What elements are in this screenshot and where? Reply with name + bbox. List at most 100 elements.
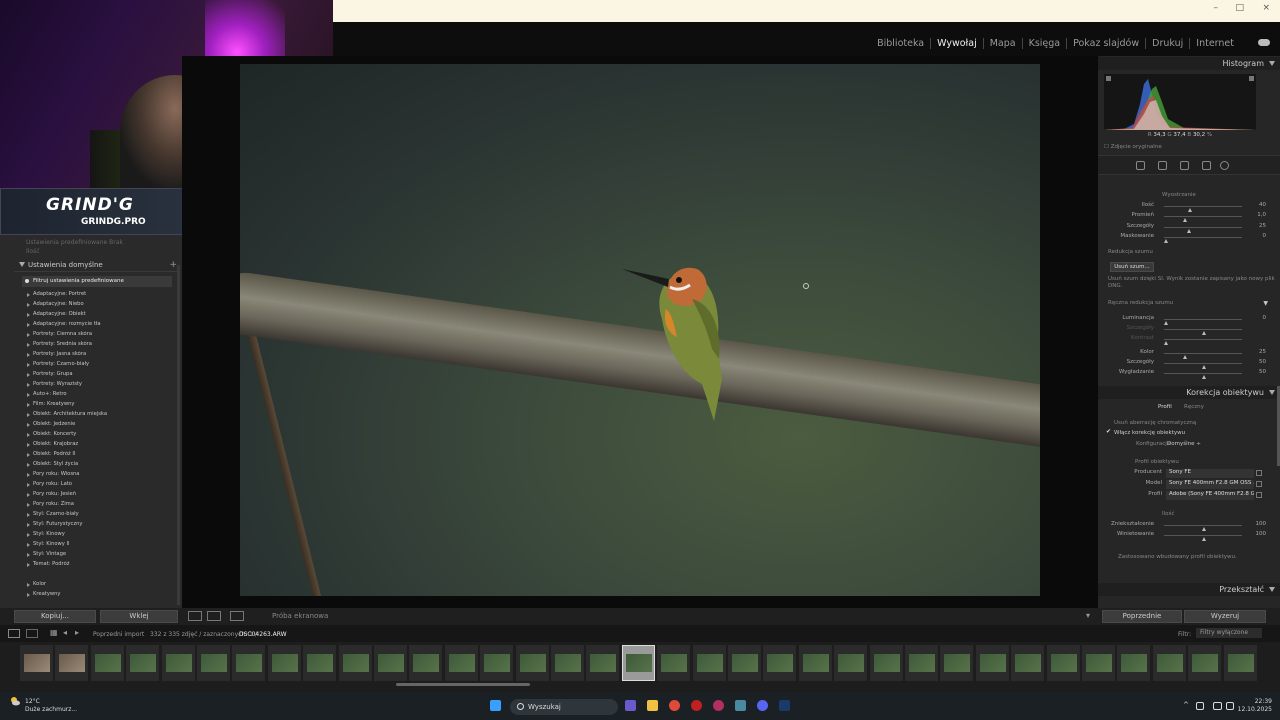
filter-select[interactable]: Filtry wyłączone [1196, 628, 1262, 638]
preset-item[interactable]: Portrety: Grupa [26, 371, 176, 381]
chrome-icon[interactable] [669, 700, 680, 711]
sharpen-slider-knob[interactable] [1164, 238, 1168, 243]
opera-icon[interactable] [691, 700, 702, 711]
noise-slider-track[interactable] [1164, 373, 1242, 379]
volume-icon[interactable] [1226, 702, 1234, 710]
noise-slider-track[interactable] [1164, 319, 1242, 325]
preset-item[interactable]: Portrety: Średnia skóra [26, 341, 176, 351]
amount-slider-value[interactable]: 100 [1246, 531, 1267, 537]
minimize-button[interactable]: – [1214, 3, 1219, 13]
app-icon[interactable] [713, 700, 724, 711]
module-4[interactable]: Pokaz slajdów [1066, 38, 1145, 49]
sharpen-slider[interactable]: Szczegóły 25 [1106, 223, 1266, 233]
mask-icon[interactable] [1220, 161, 1229, 170]
dropdown-icon[interactable] [1256, 470, 1262, 476]
filmstrip-scrollbar[interactable] [396, 683, 530, 686]
mic-icon[interactable] [1196, 702, 1204, 710]
preset-item[interactable]: Portrety: Wyrazisty [26, 381, 176, 391]
filmstrip-thumbnail[interactable] [161, 645, 195, 681]
amount-slider[interactable]: Zniekształcenie 100 [1106, 521, 1266, 531]
lightroom-icon[interactable] [779, 700, 790, 711]
file-name[interactable]: DSC04263.ARW [239, 631, 287, 638]
filmstrip-thumbnail[interactable] [374, 645, 407, 681]
amount-slider-knob[interactable] [1202, 537, 1206, 541]
preset-item[interactable]: Portrety: Ciemna skóra [26, 331, 176, 341]
transform-header[interactable]: Przekształć [1098, 583, 1280, 596]
module-6[interactable]: Internet [1189, 38, 1240, 49]
filmstrip-thumbnail[interactable] [763, 645, 797, 681]
noise-slider[interactable]: Szczegóły 50 [1106, 359, 1266, 369]
filmstrip-thumbnail[interactable] [940, 645, 974, 681]
screen-1-icon[interactable] [8, 629, 20, 638]
grid-icon[interactable]: ▦ [50, 628, 58, 637]
module-1[interactable]: Wywołaj [930, 38, 983, 49]
filmstrip-thumbnail[interactable] [1046, 645, 1080, 681]
preset-item[interactable]: Obiekt: Krajobraz [26, 441, 176, 451]
sharpen-slider[interactable]: Promień 1,0 [1106, 212, 1266, 223]
sharpen-slider[interactable]: Maskowanie 0 [1106, 233, 1266, 243]
preset-item[interactable]: Styl: Vintage [26, 551, 176, 561]
amount-slider[interactable]: Winietowanie 100 [1106, 531, 1267, 541]
noise-slider[interactable]: Wygładzanie 50 [1106, 369, 1266, 379]
left-scrollbar[interactable] [177, 265, 180, 605]
screen-2-icon[interactable] [26, 629, 38, 638]
noise-slider-track[interactable] [1164, 339, 1242, 345]
filmstrip-thumbnail[interactable] [338, 645, 372, 681]
field-select[interactable]: Adobe (Sony FE 400mm F2.8 G... [1166, 491, 1254, 500]
clock[interactable]: 22:39 12.10.2025 [1238, 698, 1272, 714]
preset-item[interactable]: Obiekt: Styl życia [26, 461, 176, 471]
start-icon[interactable] [490, 700, 501, 711]
sharpen-slider-value[interactable]: 25 [1246, 223, 1266, 229]
filmstrip-thumbnail[interactable] [55, 645, 89, 681]
histogram-header[interactable]: Histogram [1098, 57, 1280, 70]
tray-arrow-icon[interactable]: ^ [1183, 701, 1189, 709]
filmstrip-thumbnail[interactable] [834, 645, 868, 681]
lens-profile-field[interactable]: Profil Adobe (Sony FE 400mm F2.8 G... [1106, 491, 1266, 500]
preset-item[interactable]: Portrety: Czarno-biały [26, 361, 176, 371]
noise-slider-track[interactable] [1164, 329, 1242, 335]
image-view[interactable] [182, 56, 1098, 608]
reset-button[interactable]: Wyzeruj [1184, 610, 1266, 623]
tab-profile[interactable]: Profil [1158, 404, 1172, 410]
noise-slider-knob[interactable] [1164, 341, 1168, 345]
preset-item[interactable]: Auto+: Retro [26, 391, 176, 401]
filmstrip-thumbnail[interactable] [905, 645, 938, 681]
manual-noise-toggle-icon[interactable]: ▼ [1263, 300, 1268, 307]
lens-model-field[interactable]: Model Sony FE 400mm F2.8 GM OSS ... [1106, 480, 1266, 489]
noise-slider-value[interactable]: 50 [1246, 359, 1266, 365]
filmstrip-thumbnail[interactable] [303, 645, 337, 681]
collapse-icon[interactable] [1269, 587, 1275, 592]
discord-icon[interactable] [757, 700, 768, 711]
filmstrip-thumbnail[interactable] [692, 645, 726, 681]
collapse-triangle-icon[interactable] [19, 262, 25, 267]
module-0[interactable]: Biblioteka [871, 38, 930, 49]
filmstrip-thumbnail[interactable] [621, 645, 655, 681]
filmstrip-thumbnail[interactable] [1082, 645, 1115, 681]
sharpen-slider-track[interactable] [1164, 216, 1242, 223]
preset-item[interactable]: Pory roku: Lato [26, 481, 176, 491]
filmstrip-thumbnail[interactable] [480, 645, 514, 681]
back-arrow-icon[interactable]: ◂ [63, 628, 67, 637]
before-after-icon[interactable] [230, 611, 244, 621]
filmstrip-thumbnail[interactable] [975, 645, 1009, 681]
preset-item[interactable]: Temat: Podróż [26, 561, 176, 571]
preset-filter[interactable]: Filtruj ustawienia predefiniowane [22, 276, 172, 287]
paste-button[interactable]: Wklej [100, 610, 178, 623]
noise-slider[interactable]: Kontrast [1106, 335, 1266, 345]
heal-icon[interactable] [1180, 161, 1189, 170]
calculator-icon[interactable] [735, 700, 746, 711]
weather-icon[interactable] [10, 696, 20, 706]
preset-item[interactable]: Obiekt: Jedzenie [26, 421, 176, 431]
copy-button[interactable]: Kopiuj... [14, 610, 96, 623]
network-icon[interactable] [1213, 702, 1222, 710]
filmstrip-thumbnail[interactable] [126, 645, 160, 681]
soft-proof-label[interactable]: Próba ekranowa [272, 612, 328, 620]
presets-header[interactable]: Ustawienia domyślne + [14, 259, 180, 272]
preset-item[interactable]: Pory roku: Zima [26, 501, 176, 511]
noise-slider-knob[interactable] [1202, 375, 1206, 379]
collapse-icon[interactable] [1269, 390, 1275, 395]
filmstrip-thumbnail[interactable] [1011, 645, 1045, 681]
preset-item[interactable]: Kreatywny [26, 591, 176, 601]
field-select[interactable]: Sony FE 400mm F2.8 GM OSS ... [1166, 480, 1254, 489]
module-3[interactable]: Księga [1021, 38, 1067, 49]
